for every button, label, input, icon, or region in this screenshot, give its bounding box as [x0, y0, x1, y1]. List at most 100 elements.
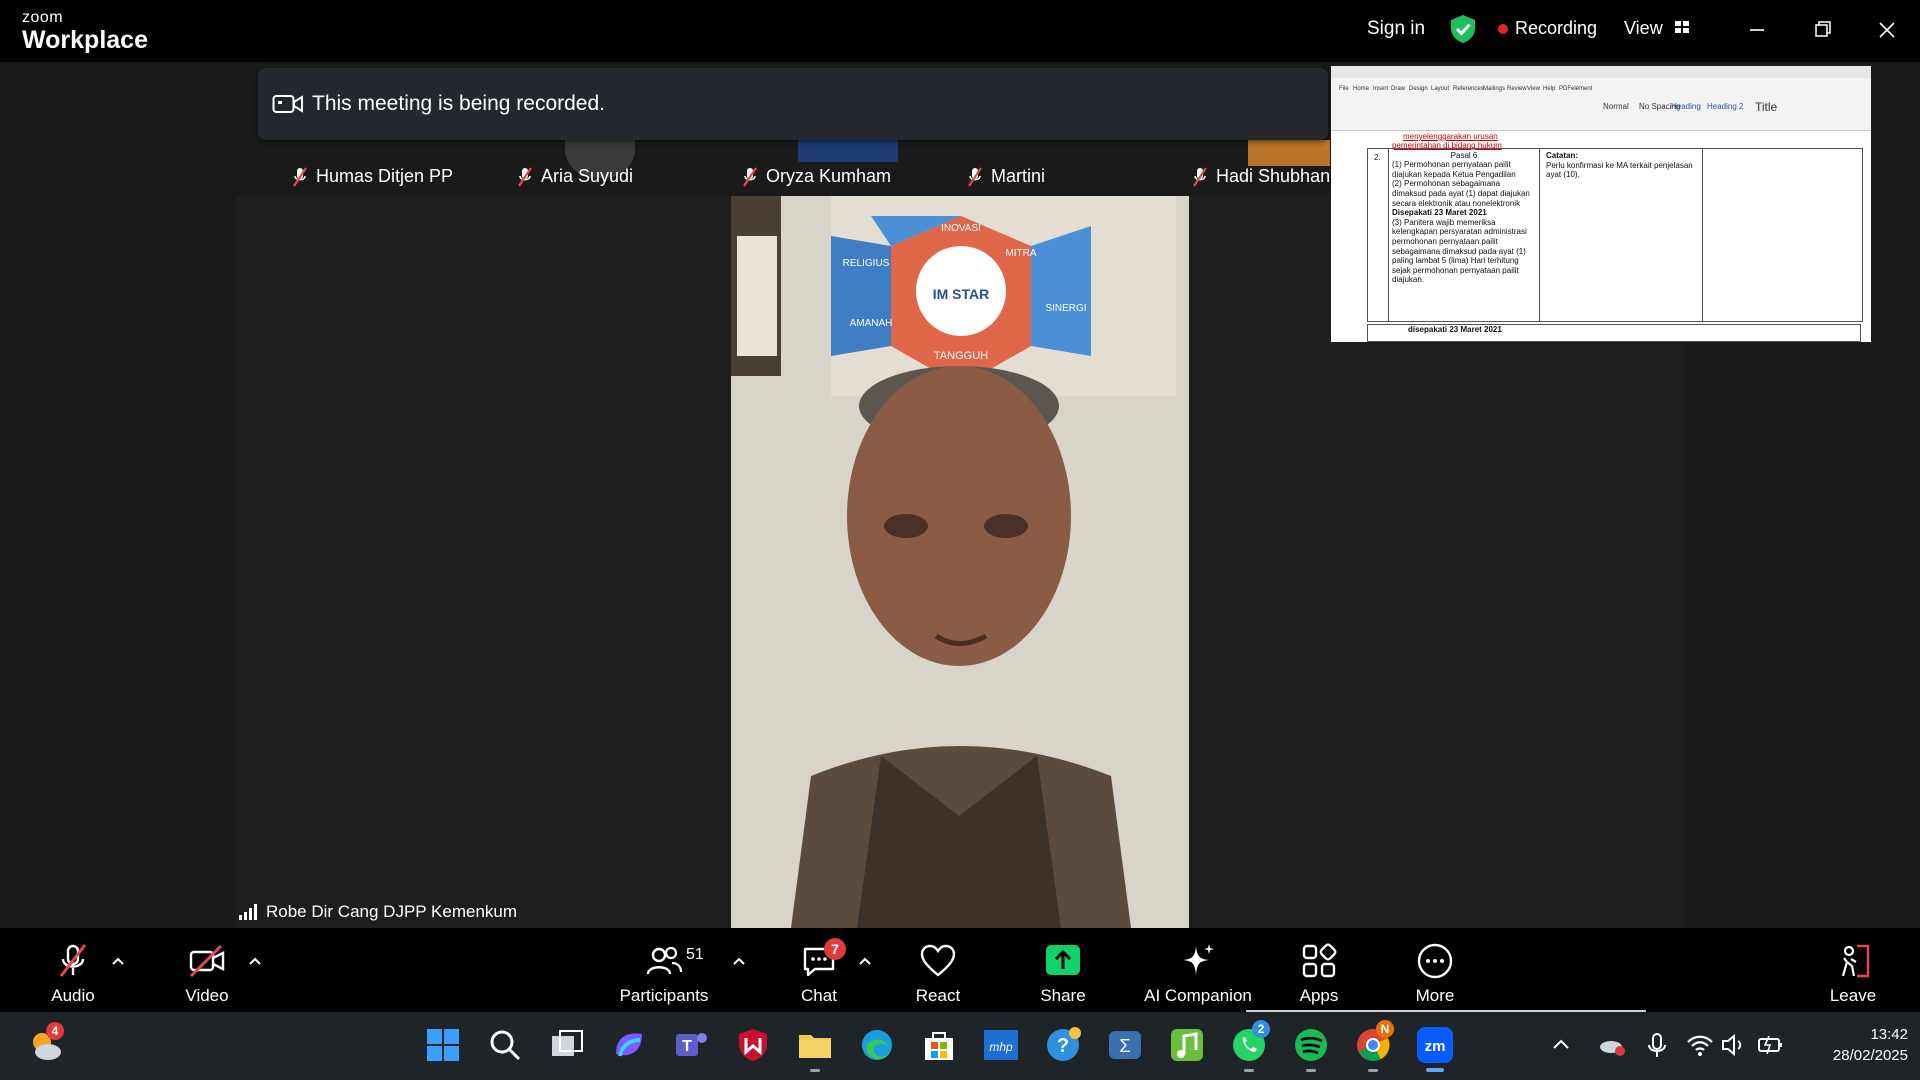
word-title-strip: [1331, 66, 1871, 78]
start-windows-icon[interactable]: [424, 1026, 462, 1064]
participant-name: Aria Suyudi: [541, 166, 634, 186]
active-app-indicator: [1426, 1068, 1444, 1072]
ribbon-tab[interactable]: Mailings: [1483, 86, 1505, 92]
agreed-note: Disepakati 23 Maret 2021: [1392, 208, 1487, 218]
more-button[interactable]: More: [1408, 928, 1462, 1012]
windows-taskbar: 4 T mhp ? Σ 2 N zm: [0, 1012, 1920, 1080]
active-speaker-video[interactable]: IM STAR INOVASI MITRA SINERGI TANGGUH AM…: [731, 196, 1189, 928]
task-view-icon[interactable]: [548, 1026, 586, 1064]
participant-name: Martini: [991, 166, 1046, 186]
file-explorer-icon[interactable]: [796, 1026, 834, 1064]
ribbon-tab[interactable]: Home: [1353, 86, 1369, 92]
leave-label: Leave: [1829, 986, 1877, 1005]
video-button[interactable]: Video: [180, 928, 234, 1012]
heart-icon: [920, 944, 956, 977]
music-app-icon[interactable]: [1168, 1026, 1206, 1064]
ribbon-tab[interactable]: View: [1527, 86, 1540, 92]
sigma-app-icon[interactable]: Σ: [1106, 1026, 1144, 1064]
svg-text:T: T: [682, 1038, 692, 1055]
thumbnail-label: Aria Suyudi: [517, 166, 633, 187]
document-body: 2. pemerintahan di bidang hukum Pasal 6 …: [1367, 141, 1863, 342]
style-heading-2[interactable]: Heading 2: [1707, 102, 1743, 111]
participant-thumbnail[interactable]: Aria Suyudi: [505, 140, 725, 194]
muted-mic-icon: [293, 166, 307, 187]
leave-button[interactable]: Leave: [1826, 928, 1880, 1012]
ribbon-tab[interactable]: References: [1453, 86, 1484, 92]
battery-charging-icon[interactable]: [1756, 1026, 1784, 1064]
apps-grid-icon: [1302, 943, 1337, 978]
close-icon[interactable]: [1870, 13, 1904, 47]
style-normal[interactable]: Normal: [1603, 102, 1629, 111]
ribbon-tab[interactable]: PDFelement: [1559, 86, 1592, 92]
chat-unread-badge: 7: [824, 938, 846, 960]
minimize-icon[interactable]: [1740, 13, 1774, 47]
ribbon-tab[interactable]: Help: [1543, 86, 1555, 92]
poster-word: SINERGI: [1045, 303, 1086, 314]
ribbon-tab[interactable]: File: [1339, 86, 1349, 92]
video-label: Video: [185, 986, 229, 1005]
svg-text:Σ: Σ: [1119, 1036, 1130, 1056]
meeting-toolbar: Audio Video Participants 51 7 Chat React…: [0, 928, 1920, 1012]
audio-button[interactable]: Audio: [46, 928, 100, 1012]
wifi-icon[interactable]: [1686, 1026, 1714, 1064]
restore-icon[interactable]: [1806, 13, 1840, 47]
mcafee-shield-icon[interactable]: [734, 1026, 772, 1064]
onedrive-error-icon[interactable]: [1598, 1026, 1628, 1064]
style-title[interactable]: Title: [1755, 100, 1777, 114]
apps-button[interactable]: Apps: [1292, 928, 1346, 1012]
participant-thumbnail[interactable]: Oryza Kumham: [730, 140, 950, 194]
poster-word: RELIGIUS: [843, 258, 890, 269]
weather-badge: 4: [46, 1022, 64, 1040]
article-heading: Pasal 6: [1450, 150, 1478, 160]
style-heading[interactable]: Heading: [1671, 102, 1701, 111]
tray-microphone-icon[interactable]: [1644, 1026, 1670, 1064]
react-label: React: [915, 986, 961, 1005]
ai-companion-button[interactable]: AI Companion: [1138, 928, 1258, 1012]
search-icon[interactable]: [486, 1026, 524, 1064]
react-button[interactable]: React: [911, 928, 965, 1012]
chrome-badge: N: [1376, 1020, 1394, 1038]
edge-browser-icon[interactable]: [858, 1026, 896, 1064]
recording-notice-banner: This meeting is being recorded.: [258, 68, 1328, 140]
thumbnail-label: Hadi Shubhan: [1192, 166, 1330, 187]
chat-options-chevron-icon[interactable]: [858, 956, 872, 966]
ribbon-tab[interactable]: Draw: [1391, 86, 1405, 92]
view-menu[interactable]: View: [1624, 18, 1663, 39]
speaker-video-frame: IM STAR INOVASI MITRA SINERGI TANGGUH AM…: [731, 196, 1189, 928]
share-button[interactable]: Share: [1036, 928, 1090, 1012]
teams-icon[interactable]: T: [672, 1026, 710, 1064]
article-cell: pemerintahan di bidang hukum Pasal 6 (1)…: [1388, 141, 1540, 321]
ribbon-tab[interactable]: Layout: [1431, 86, 1449, 92]
shared-screen-preview[interactable]: File Home Insert Draw Design Layout Refe…: [1331, 66, 1871, 342]
microsoft-store-icon[interactable]: [920, 1026, 958, 1064]
thumbnail-label: Oryza Kumham: [742, 166, 891, 187]
myob-app-icon[interactable]: mhp: [982, 1026, 1020, 1064]
ai-companion-label: AI Companion: [1144, 986, 1252, 1005]
copilot-icon[interactable]: [610, 1026, 648, 1064]
speaker-volume-icon[interactable]: [1720, 1026, 1746, 1064]
running-indicator: [1306, 1069, 1316, 1072]
svg-text:?: ?: [1057, 1035, 1069, 1057]
participants-button[interactable]: Participants: [614, 928, 714, 1012]
tray-chevron-up-icon[interactable]: [1550, 1026, 1572, 1064]
document-table: 2. pemerintahan di bidang hukum Pasal 6 …: [1367, 141, 1863, 322]
clock[interactable]: 13:42 28/02/2025: [1800, 1024, 1908, 1066]
zoom-app-icon[interactable]: zm: [1416, 1026, 1454, 1064]
participant-thumbnail[interactable]: Humas Ditjen PP: [280, 140, 500, 194]
ribbon-tab[interactable]: Design: [1409, 86, 1428, 92]
participants-options-chevron-icon[interactable]: [732, 956, 746, 966]
gallery-view-icon[interactable]: [1674, 19, 1690, 35]
participant-thumbnail[interactable]: Hadi Shubhan: [1180, 140, 1330, 194]
participant-thumbnail[interactable]: Martini: [955, 140, 1175, 194]
ribbon-tab[interactable]: Review: [1507, 86, 1527, 92]
next-table-row: disepakati 23 Maret 2021: [1367, 324, 1861, 342]
audio-options-chevron-icon[interactable]: [111, 956, 125, 966]
sign-in-link[interactable]: Sign in: [1367, 18, 1425, 40]
security-shield-icon[interactable]: [1449, 14, 1477, 44]
help-app-icon[interactable]: ?: [1044, 1026, 1082, 1064]
recording-indicator[interactable]: Recording: [1515, 18, 1597, 39]
video-options-chevron-icon[interactable]: [248, 956, 262, 966]
ribbon-tab[interactable]: Insert: [1373, 86, 1388, 92]
chat-button[interactable]: 7 Chat: [792, 928, 846, 1012]
spotify-icon[interactable]: [1292, 1026, 1330, 1064]
